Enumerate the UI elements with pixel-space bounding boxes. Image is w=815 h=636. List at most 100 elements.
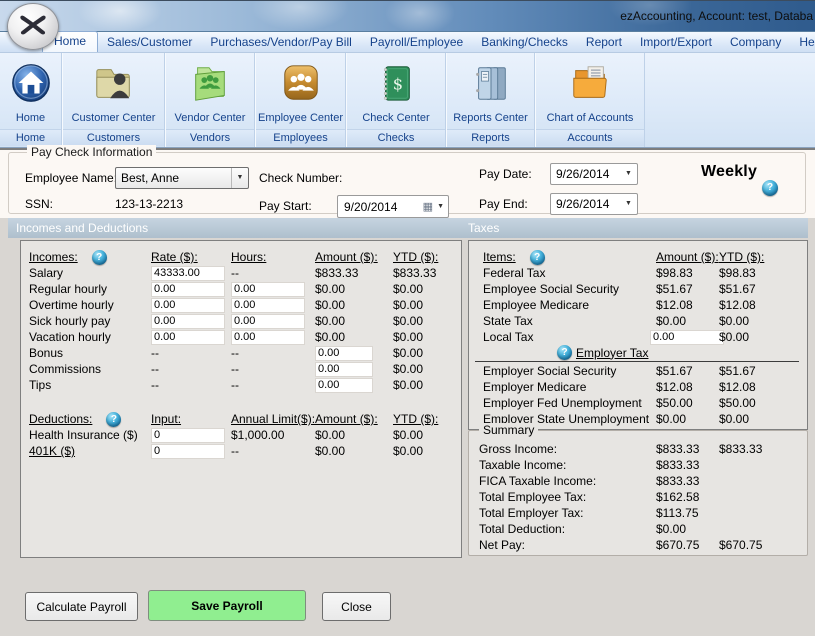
menu-company[interactable]: Company	[721, 33, 790, 52]
toolbar-group-reports: Reports	[447, 129, 534, 146]
chevron-down-icon: ▼	[231, 168, 248, 188]
tax-row-employer-medicare: Employer Medicare $12.08 $12.08	[483, 379, 803, 395]
pay-start-datepicker[interactable]: 9/20/2014 ▦ ▼	[337, 195, 449, 218]
pay-end-combobox[interactable]: 9/26/2014 ▼	[550, 193, 638, 215]
menu-sales-customer[interactable]: Sales/Customer	[98, 33, 201, 52]
pay-date-combobox[interactable]: 9/26/2014 ▼	[550, 163, 638, 185]
deduction-row-health-insurance: Health Insurance ($) $1,000.00 $0.00 $0.…	[29, 427, 457, 443]
income-row-tips: Tips -- -- $0.00	[29, 377, 457, 393]
vacation-rate-input[interactable]	[151, 330, 225, 345]
income-row-salary: Salary -- $833.33 $833.33	[29, 265, 457, 281]
help-globe-icon[interactable]: ?	[92, 250, 107, 265]
chevron-down-icon: ▼	[620, 194, 637, 214]
taxes-section-header: Taxes	[468, 221, 499, 235]
toolbar-group-accounts: Accounts	[536, 129, 644, 146]
save-payroll-button[interactable]: Save Payroll	[148, 590, 306, 621]
toolbar-group-employees: Employees	[256, 129, 345, 146]
summary-row-total-employee-tax: Total Employee Tax: $162.58	[479, 489, 803, 505]
toolbar-customer-center-button[interactable]: Customer Center Customers	[62, 53, 165, 147]
tax-row-employee-social-security: Employee Social Security $51.67 $51.67	[483, 281, 803, 297]
sick-rate-input[interactable]	[151, 314, 225, 329]
tax-row-employee-medicare: Employee Medicare $12.08 $12.08	[483, 297, 803, 313]
summary-row-total-deduction: Total Deduction: $0.00	[479, 521, 803, 537]
sick-hours-input[interactable]	[231, 314, 305, 329]
bonus-amount-input[interactable]	[315, 346, 373, 361]
tax-row-state: State Tax $0.00 $0.00	[483, 313, 803, 329]
health-insurance-input[interactable]	[151, 428, 225, 443]
close-button[interactable]: Close	[322, 592, 391, 621]
help-globe-icon[interactable]: ?	[557, 345, 572, 360]
toolbar-group-vendors: Vendors	[166, 129, 254, 146]
taxes-header-row: Items:? Amount ($): YTD ($):	[483, 249, 803, 265]
summary-row-net-pay: Net Pay: $670.75 $670.75	[479, 537, 803, 553]
menu-import-export[interactable]: Import/Export	[631, 33, 721, 52]
vendor-folder-icon	[166, 53, 254, 112]
toolbar-vendor-center-button[interactable]: Vendor Center Vendors	[165, 53, 255, 147]
tax-row-employer-social-security: Employer Social Security $51.67 $51.67	[483, 363, 803, 379]
paycheck-groupbox: Pay Check Information Employee Name: Bes…	[8, 152, 806, 214]
employee-people-icon	[256, 53, 345, 112]
menu-report[interactable]: Report	[577, 33, 631, 52]
tax-row-federal: Federal Tax $98.83 $98.83	[483, 265, 803, 281]
customer-folder-icon	[63, 53, 164, 112]
menu-help[interactable]: Help	[790, 33, 815, 52]
toolbar-check-center-button[interactable]: $ Check Center Checks	[346, 53, 446, 147]
pay-date-label: Pay Date:	[479, 167, 532, 181]
menu-bar: Home Sales/Customer Purchases/Vendor/Pay…	[0, 32, 815, 53]
ribbon-toolbar: Home Home Customer Center Customers	[0, 53, 815, 148]
accounts-folder-icon	[536, 53, 644, 112]
regular-rate-input[interactable]	[151, 282, 225, 297]
deduction-row-401k: 401K ($) -- $0.00 $0.00	[29, 443, 457, 459]
calculate-payroll-button[interactable]: Calculate Payroll	[25, 592, 138, 621]
overtime-hours-input[interactable]	[231, 298, 305, 313]
menu-purchases-vendor-pay-bill[interactable]: Purchases/Vendor/Pay Bill	[201, 33, 360, 52]
401k-input[interactable]	[151, 444, 225, 459]
toolbar-group-checks: Checks	[347, 129, 445, 146]
checkbook-icon: $	[347, 53, 445, 112]
local-tax-input[interactable]	[650, 330, 724, 345]
home-icon	[0, 53, 61, 112]
check-number-label: Check Number:	[259, 171, 342, 185]
employee-name-combobox[interactable]: Best, Anne ▼	[115, 167, 249, 189]
vacation-hours-input[interactable]	[231, 330, 305, 345]
overtime-rate-input[interactable]	[151, 298, 225, 313]
401k-link[interactable]: 401K ($)	[29, 444, 151, 458]
app-logo-button[interactable]	[7, 3, 59, 50]
toolbar-group-home: Home	[0, 129, 61, 146]
toolbar-employee-center-button[interactable]: Employee Center Employees	[255, 53, 346, 147]
summary-row-gross-income: Gross Income: $833.33 $833.33	[479, 441, 803, 457]
income-row-sick: Sick hourly pay $0.00 $0.00	[29, 313, 457, 329]
income-row-bonus: Bonus -- -- $0.00	[29, 345, 457, 361]
toolbar-group-customers: Customers	[63, 129, 164, 146]
employee-name-label: Employee Name:	[25, 171, 117, 185]
title-bar: ezAccounting, Account: test, Databa	[0, 0, 815, 32]
income-row-commissions: Commissions -- -- $0.00	[29, 361, 457, 377]
menu-payroll-employee[interactable]: Payroll/Employee	[361, 33, 472, 52]
help-globe-icon[interactable]: ?	[530, 250, 545, 265]
help-globe-icon[interactable]: ?	[762, 180, 778, 196]
window-title: ezAccounting, Account: test, Databa	[620, 9, 813, 23]
svg-text:$: $	[393, 74, 403, 93]
calendar-icon: ▦	[423, 200, 435, 213]
summary-title: Summary	[479, 423, 538, 437]
help-globe-icon[interactable]: ?	[106, 412, 121, 427]
commissions-amount-input[interactable]	[315, 362, 373, 377]
toolbar-chart-of-accounts-button[interactable]: Chart of Accounts Accounts	[535, 53, 645, 147]
menu-banking-checks[interactable]: Banking/Checks	[472, 33, 577, 52]
summary-row-fica-taxable-income: FICA Taxable Income: $833.33	[479, 473, 803, 489]
salary-rate-input[interactable]	[151, 266, 225, 281]
regular-hours-input[interactable]	[231, 282, 305, 297]
toolbar-home-button[interactable]: Home Home	[0, 53, 62, 147]
incomes-section-header: Incomes and Deductions	[16, 221, 148, 235]
chevron-down-icon: ▼	[620, 164, 637, 184]
summary-row-taxable-income: Taxable Income: $833.33	[479, 457, 803, 473]
tips-amount-input[interactable]	[315, 378, 373, 393]
pay-start-label: Pay Start:	[259, 199, 312, 213]
taxes-panel: Items:? Amount ($): YTD ($): Federal Tax…	[468, 240, 808, 430]
income-row-regular: Regular hourly $0.00 $0.00	[29, 281, 457, 297]
report-binders-icon	[447, 53, 534, 112]
app-logo-icon	[16, 8, 50, 45]
deductions-header-row: Deductions:? Input: Annual Limit($): Amo…	[29, 411, 457, 427]
tax-row-employer-fed-unemployment: Employer Fed Unemployment $50.00 $50.00	[483, 395, 803, 411]
toolbar-reports-center-button[interactable]: Reports Center Reports	[446, 53, 535, 147]
